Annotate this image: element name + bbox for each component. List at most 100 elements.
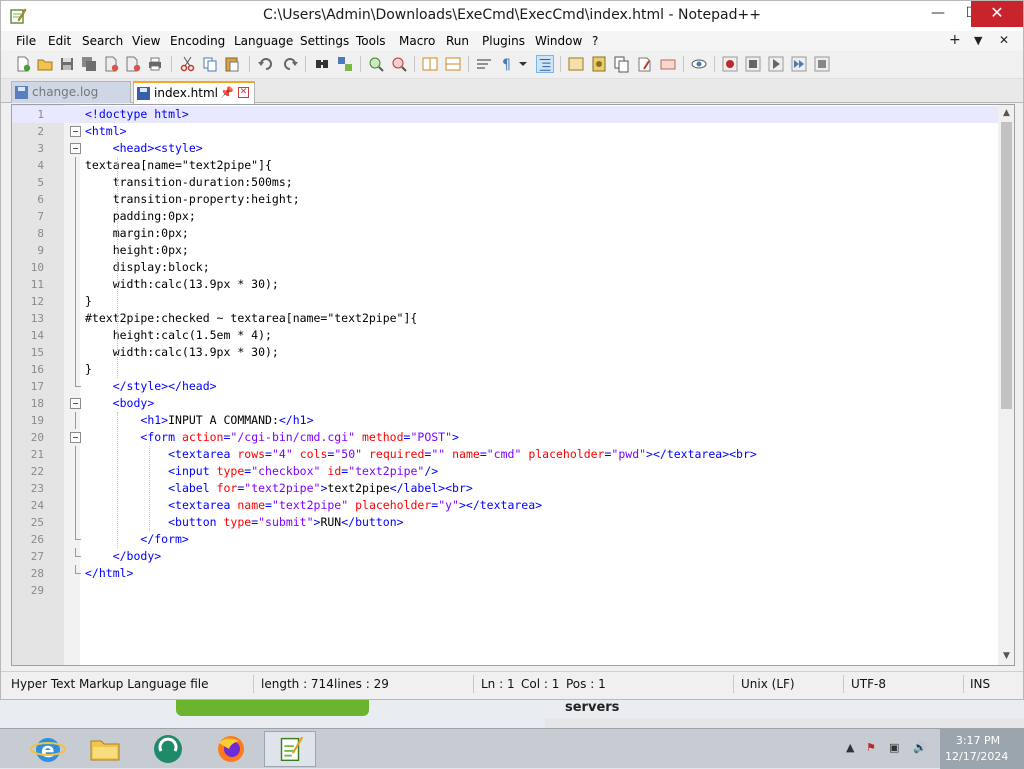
- fold-toggle-icon[interactable]: [70, 143, 81, 154]
- scroll-up-icon[interactable]: ▲: [998, 105, 1014, 122]
- paste-icon[interactable]: [223, 55, 241, 73]
- notepadpp-taskbar-icon[interactable]: [264, 731, 316, 767]
- code-line[interactable]: 8 margin:0px;: [12, 225, 1000, 242]
- code-line[interactable]: 14 height:calc(1.5em * 4);: [12, 327, 1000, 344]
- indent-guide-icon[interactable]: [536, 55, 554, 73]
- volume-icon[interactable]: 🔊: [913, 741, 927, 754]
- code-line[interactable]: 20 <form action="/cgi-bin/cmd.cgi" metho…: [12, 429, 1000, 446]
- save-icon[interactable]: [58, 55, 76, 73]
- clock-area[interactable]: 3:17 PM 12/17/2024: [940, 729, 1024, 769]
- function-list-icon[interactable]: [613, 55, 631, 73]
- copy-icon[interactable]: [201, 55, 219, 73]
- replace-icon[interactable]: [336, 55, 354, 73]
- close-button[interactable]: ✕: [971, 1, 1023, 27]
- fold-toggle-icon[interactable]: [70, 432, 81, 443]
- code-line[interactable]: 1 <!doctype html>: [12, 106, 1000, 123]
- chevron-down-icon[interactable]: [517, 55, 529, 73]
- tab-index-html[interactable]: index.html 📌 ✕: [133, 81, 255, 104]
- undo-icon[interactable]: [257, 55, 275, 73]
- code-line[interactable]: 12}: [12, 293, 1000, 310]
- save-all-icon[interactable]: [80, 55, 98, 73]
- code-line[interactable]: 10 display:block;: [12, 259, 1000, 276]
- code-line[interactable]: 18 <body>: [12, 395, 1000, 412]
- menu-search[interactable]: Search: [82, 34, 123, 48]
- tab-change-log[interactable]: change.log: [11, 81, 131, 103]
- code-line[interactable]: 13 #text2pipe:checked ~ textarea[name="te…: [12, 310, 1000, 327]
- code-line[interactable]: 6 transition-property:height;: [12, 191, 1000, 208]
- minimize-button[interactable]: —: [921, 1, 955, 27]
- code-editor[interactable]: 1 <!doctype html> 2 <html> 3 <head><style> 4 t…: [11, 104, 1015, 666]
- close-document-icon[interactable]: ✕: [999, 33, 1009, 47]
- menu-macro[interactable]: Macro: [399, 34, 435, 48]
- code-line[interactable]: 19 <h1>INPUT A COMMAND:</h1>: [12, 412, 1000, 429]
- status-eol[interactable]: Unix (LF): [741, 677, 795, 691]
- eye-icon[interactable]: [690, 55, 708, 73]
- zoom-in-icon[interactable]: [367, 55, 385, 73]
- pin-icon[interactable]: 📌: [220, 86, 234, 99]
- status-insert-mode[interactable]: INS: [970, 677, 990, 691]
- code-line[interactable]: 25 <button type="submit">RUN</button>: [12, 514, 1000, 531]
- code-line[interactable]: 9 height:0px;: [12, 242, 1000, 259]
- document-map-icon[interactable]: [590, 55, 608, 73]
- menu-encoding[interactable]: Encoding: [170, 34, 225, 48]
- title-bar[interactable]: C:\Users\Admin\Downloads\ExeCmd\ExecCmd\…: [1, 1, 1023, 31]
- code-line[interactable]: 7 padding:0px;: [12, 208, 1000, 225]
- menu-run[interactable]: Run: [446, 34, 469, 48]
- open-file-icon[interactable]: [36, 55, 54, 73]
- print-icon[interactable]: [146, 55, 164, 73]
- tab-list-dropdown-icon[interactable]: ▼: [974, 34, 982, 47]
- action-center-icon[interactable]: ⚑: [866, 741, 876, 754]
- code-line[interactable]: 29: [12, 582, 1000, 599]
- close-all-icon[interactable]: [124, 55, 142, 73]
- status-encoding[interactable]: UTF-8: [851, 677, 886, 691]
- menu-language[interactable]: Language: [234, 34, 293, 48]
- macro-record-icon[interactable]: [721, 55, 739, 73]
- new-tab-plus-icon[interactable]: +: [949, 32, 961, 48]
- code-line[interactable]: 3 <head><style>: [12, 140, 1000, 157]
- tab-close-icon[interactable]: ✕: [238, 87, 249, 98]
- code-line[interactable]: 26 </form>: [12, 531, 1000, 548]
- scroll-thumb[interactable]: [1001, 122, 1012, 409]
- network-icon[interactable]: ▣: [889, 741, 899, 754]
- define-language-icon[interactable]: [567, 55, 585, 73]
- firefox-icon[interactable]: [205, 731, 257, 767]
- fold-toggle-icon[interactable]: [70, 126, 81, 137]
- macro-run-multiple-icon[interactable]: [790, 55, 808, 73]
- code-line[interactable]: 27 </body>: [12, 548, 1000, 565]
- sync-vertical-icon[interactable]: [421, 55, 439, 73]
- menu-view[interactable]: View: [132, 34, 160, 48]
- menu-plugins[interactable]: Plugins: [482, 34, 525, 48]
- code-line[interactable]: 5 transition-duration:500ms;: [12, 174, 1000, 191]
- file-explorer-icon[interactable]: [79, 731, 131, 767]
- macro-stop-icon[interactable]: [744, 55, 762, 73]
- code-line[interactable]: 23 <label for="text2pipe">text2pipe</lab…: [12, 480, 1000, 497]
- menu-window[interactable]: Window: [535, 34, 582, 48]
- new-file-icon[interactable]: [14, 55, 32, 73]
- tray-expand-icon[interactable]: ▲: [846, 741, 854, 754]
- menu-file[interactable]: File: [16, 34, 36, 48]
- code-line[interactable]: 21 <textarea rows="4" cols="50" required…: [12, 446, 1000, 463]
- fold-toggle-icon[interactable]: [70, 398, 81, 409]
- find-icon[interactable]: [313, 55, 331, 73]
- code-line[interactable]: 28 </html>: [12, 565, 1000, 582]
- code-line[interactable]: 16}: [12, 361, 1000, 378]
- code-line[interactable]: 17 </style></head>: [12, 378, 1000, 395]
- folder-as-workspace-icon[interactable]: [636, 55, 654, 73]
- menu-tools[interactable]: Tools: [356, 34, 386, 48]
- vertical-scrollbar[interactable]: ▲ ▼: [998, 105, 1014, 665]
- menu-settings[interactable]: Settings: [300, 34, 349, 48]
- code-line[interactable]: 4 textarea[name="text2pipe"]{: [12, 157, 1000, 174]
- code-line[interactable]: 11 width:calc(13.9px * 30);: [12, 276, 1000, 293]
- word-wrap-icon[interactable]: [475, 55, 493, 73]
- monitoring-icon[interactable]: [659, 55, 677, 73]
- internet-explorer-icon[interactable]: e: [22, 731, 74, 767]
- zoom-out-icon[interactable]: [390, 55, 408, 73]
- sync-horizontal-icon[interactable]: [444, 55, 462, 73]
- code-line[interactable]: 22 <input type="checkbox" id="text2pipe"…: [12, 463, 1000, 480]
- macro-save-icon[interactable]: [813, 55, 831, 73]
- close-file-icon[interactable]: [102, 55, 120, 73]
- code-line[interactable]: 2 <html>: [12, 123, 1000, 140]
- menu-help[interactable]: ?: [592, 34, 598, 48]
- show-all-characters-icon[interactable]: ¶: [498, 55, 516, 73]
- green-app-icon[interactable]: [142, 731, 194, 767]
